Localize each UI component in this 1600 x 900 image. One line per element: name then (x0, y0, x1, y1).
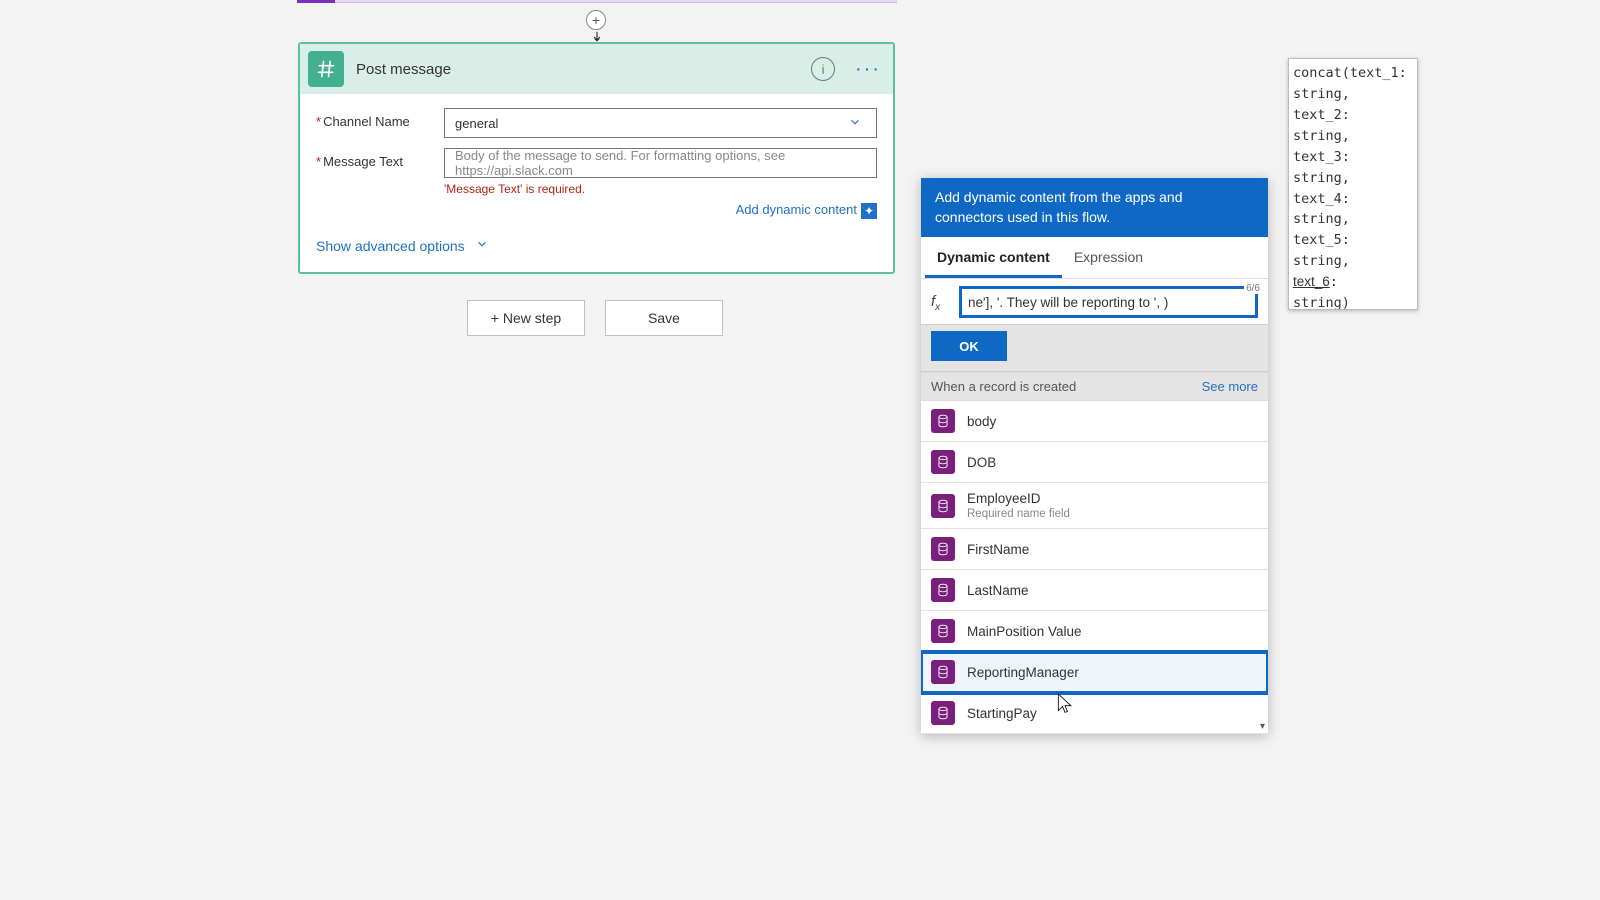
channel-name-select[interactable]: general (444, 108, 877, 138)
tab-expression[interactable]: Expression (1062, 237, 1155, 278)
message-text-placeholder: Body of the message to send. For formatt… (455, 148, 866, 178)
show-advanced-toggle[interactable]: Show advanced options (316, 237, 877, 254)
expression-input[interactable]: ne'], '. They will be reporting to ', ) (959, 286, 1258, 318)
post-message-card: Post message i ··· *Channel Name general… (298, 42, 895, 274)
dynamic-content-list: ▴ bodyDOBEmployeeIDRequired name fieldFi… (921, 401, 1268, 734)
database-icon (931, 701, 955, 725)
message-text-input[interactable]: Body of the message to send. For formatt… (444, 148, 877, 178)
dc-group-header: When a record is created See more (921, 372, 1268, 401)
card-menu-icon[interactable]: ··· (851, 58, 885, 81)
new-step-button[interactable]: + New step (467, 300, 585, 336)
dc-item-body[interactable]: body (921, 401, 1268, 442)
scroll-down-icon[interactable]: ▾ (1260, 721, 1265, 732)
dc-item-lastname[interactable]: LastName (921, 570, 1268, 611)
chevron-down-icon (475, 238, 489, 254)
prev-step-fragment (297, 0, 897, 3)
dynamic-content-flyout: Add dynamic content from the apps and co… (921, 178, 1268, 734)
dc-item-reportingmanager[interactable]: ReportingManager (921, 652, 1268, 693)
slack-hash-icon (308, 51, 344, 87)
card-title: Post message (356, 61, 811, 78)
dynamic-plus-icon: ✦ (861, 203, 877, 219)
database-icon (931, 450, 955, 474)
action-buttons: + New step Save (467, 300, 723, 336)
database-icon (931, 578, 955, 602)
ok-button[interactable]: OK (931, 331, 1007, 361)
database-icon (931, 619, 955, 643)
dc-item-firstname[interactable]: FirstName (921, 529, 1268, 570)
tab-dynamic-content[interactable]: Dynamic content (925, 237, 1062, 278)
channel-name-value: general (455, 116, 498, 131)
dc-item-dob[interactable]: DOB (921, 442, 1268, 483)
message-text-error: 'Message Text' is required. (444, 182, 877, 196)
flyout-banner: Add dynamic content from the apps and co… (921, 178, 1268, 237)
intellisense-page: 6/6 (1244, 283, 1262, 294)
database-icon (931, 537, 955, 561)
database-icon (931, 409, 955, 433)
info-icon[interactable]: i (811, 57, 835, 81)
message-text-label: *Message Text (316, 148, 444, 169)
dc-item-startingpay[interactable]: StartingPay (921, 693, 1268, 734)
add-step-between[interactable]: + (586, 10, 606, 30)
database-icon (931, 494, 955, 518)
fx-icon: fx (931, 292, 959, 313)
chevron-down-icon (848, 115, 862, 132)
save-button[interactable]: Save (605, 300, 723, 336)
flyout-tabs: Dynamic content Expression 6/6 (921, 237, 1268, 279)
dc-item-mainposition-value[interactable]: MainPosition Value (921, 611, 1268, 652)
channel-name-label: *Channel Name (316, 108, 444, 129)
add-dynamic-content-link[interactable]: Add dynamic content✦ (444, 202, 877, 219)
see-more-link[interactable]: See more (1202, 379, 1258, 394)
intellisense-tooltip: concat(text_1:string,text_2:string,text_… (1288, 58, 1418, 310)
card-header: Post message i ··· (300, 44, 893, 94)
dc-item-employeeid[interactable]: EmployeeIDRequired name field (921, 483, 1268, 529)
database-icon (931, 660, 955, 684)
